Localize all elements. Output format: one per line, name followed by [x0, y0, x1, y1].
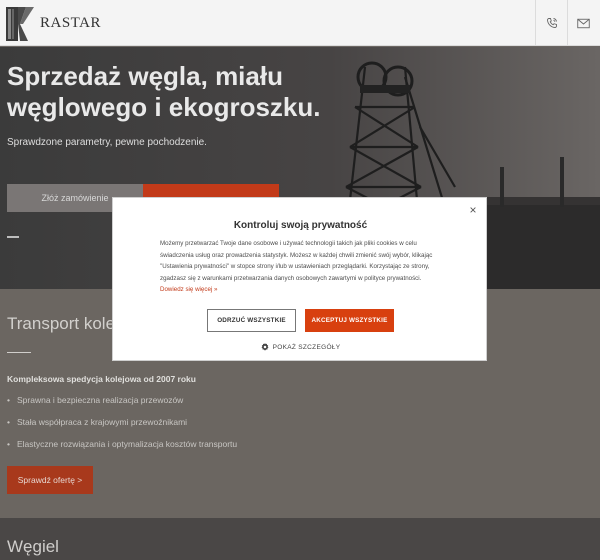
- list-item: Stała współpraca z krajowymi przewoźnika…: [7, 411, 237, 433]
- accept-all-button[interactable]: AKCEPTUJ WSZYSTKIE: [305, 309, 394, 332]
- logo-icon[interactable]: [6, 7, 36, 41]
- phone-button[interactable]: [535, 0, 567, 46]
- slider-indicator[interactable]: [7, 236, 19, 238]
- modal-body: Możemy przetwarzać Twoje dane osobowe i …: [160, 238, 445, 296]
- section-divider: [7, 352, 31, 353]
- check-offer-button[interactable]: Sprawdź ofertę >: [7, 466, 93, 494]
- logo-text[interactable]: RASTAR: [40, 15, 101, 32]
- learn-more-link[interactable]: Dowiedz się więcej »: [160, 286, 217, 293]
- phone-icon: [546, 18, 557, 28]
- mail-button[interactable]: [567, 0, 599, 46]
- list-item: Elastyczne rozwiązania i optymalizacja k…: [7, 433, 237, 455]
- show-details-button[interactable]: POKAŻ SZCZEGÓŁY: [113, 343, 488, 351]
- hero-title: Sprzedaż węgla, miału węglowego i ekogro…: [7, 61, 321, 122]
- details-label: POKAŻ SZCZEGÓŁY: [272, 343, 341, 351]
- coal-title: Węgiel: [7, 537, 59, 556]
- modal-title: Kontroluj swoją prywatność: [233, 220, 368, 231]
- list-item: Sprawna i bezpieczna realizacja przewozó…: [7, 389, 237, 411]
- transport-lead: Kompleksowa spedycja kolejowa od 2007 ro…: [7, 374, 196, 384]
- site-header: RASTAR: [0, 0, 600, 46]
- modal-text: Możemy przetwarzać Twoje dane osobowe i …: [160, 240, 433, 282]
- gear-icon: [261, 343, 269, 351]
- coal-section: Węgiel: [0, 518, 600, 560]
- mail-icon: [577, 18, 590, 28]
- reject-all-button[interactable]: ODRZUĆ WSZYSTKIE: [207, 309, 296, 332]
- hero-subtitle: Sprawdzone parametry, pewne pochodzenie.: [7, 137, 207, 148]
- close-icon[interactable]: ×: [466, 203, 480, 217]
- cookie-consent-modal: × Kontroluj swoją prywatność Możemy prze…: [112, 197, 487, 361]
- transport-list: Sprawna i bezpieczna realizacja przewozó…: [7, 389, 237, 455]
